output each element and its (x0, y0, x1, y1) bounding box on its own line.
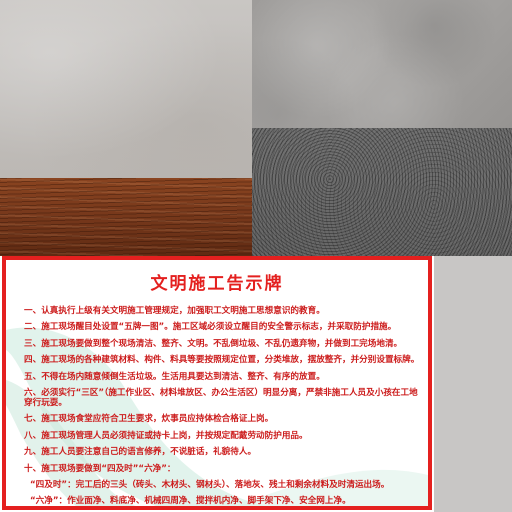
rule-7: 七、施工现场食堂应符合卫生要求，炊事员应持体检合格证上岗。 (24, 414, 274, 425)
rule-5: 五、不得在场内随意倾倒生活垃圾。生活用具要达到清洁、整齐、有序的放置。 (24, 371, 325, 382)
rule-4: 四、施工现场的各种建筑材料、构件、料具等要按照规定位置，分类堆放，摆放整齐，并分… (24, 355, 420, 366)
light-gray-swatch (434, 256, 512, 512)
rule-6: 六、必须实行“三区”（施工作业区、材料堆放区、办公生活区）明显分离，严禁非施工人… (24, 387, 418, 408)
rule-3: 三、施工现场要做到整个现场清洁、整齐、文明。不乱倒垃圾、不乱仍遗弃物，并做到工完… (24, 338, 403, 349)
gray-concrete-swatch (252, 0, 512, 128)
walnut-wood-swatch (0, 178, 252, 256)
rule-1: 一、认真执行上级有关文明施工管理规定，加强职工文明施工思想意识的教育。 (24, 306, 325, 316)
rule-2: 二、施工现场醒目处设置“五牌一图”。施工区域必须设立醒目的安全警示标志，并采取防… (24, 322, 397, 333)
rule-10: 十、施工现场要做到“四及时”“六净”： (24, 463, 176, 474)
beige-concrete-swatch (0, 0, 252, 178)
rules-list: 一、认真执行上级有关文明施工管理规定，加强职工文明施工思想意识的教育。 二、施工… (24, 306, 420, 507)
rule-six-clean: “六净”：作业面净、料底净、机械四周净、搅拌机内净、脚手架下净、安全网上净。 (30, 496, 351, 507)
rule-four-timely: “四及时”：完工后的三头（砖头、木材头、钢材头）、落地灰、残土和剩余材料及时清运… (30, 479, 390, 490)
notice-board: 文明施工告示牌 一、认真执行上级有关文明施工管理规定，加强职工文明施工思想意识的… (2, 256, 432, 510)
board-title: 文明施工告示牌 (150, 274, 284, 294)
rule-9: 九、施工人员要注意自己的语言修养，不说脏话，礼貌待人。 (24, 447, 257, 458)
dark-stucco-swatch (252, 128, 512, 256)
rule-8: 八、施工现场管理人员必须持证或持卡上岗，并按规定配戴劳动防护用品。 (24, 430, 308, 441)
